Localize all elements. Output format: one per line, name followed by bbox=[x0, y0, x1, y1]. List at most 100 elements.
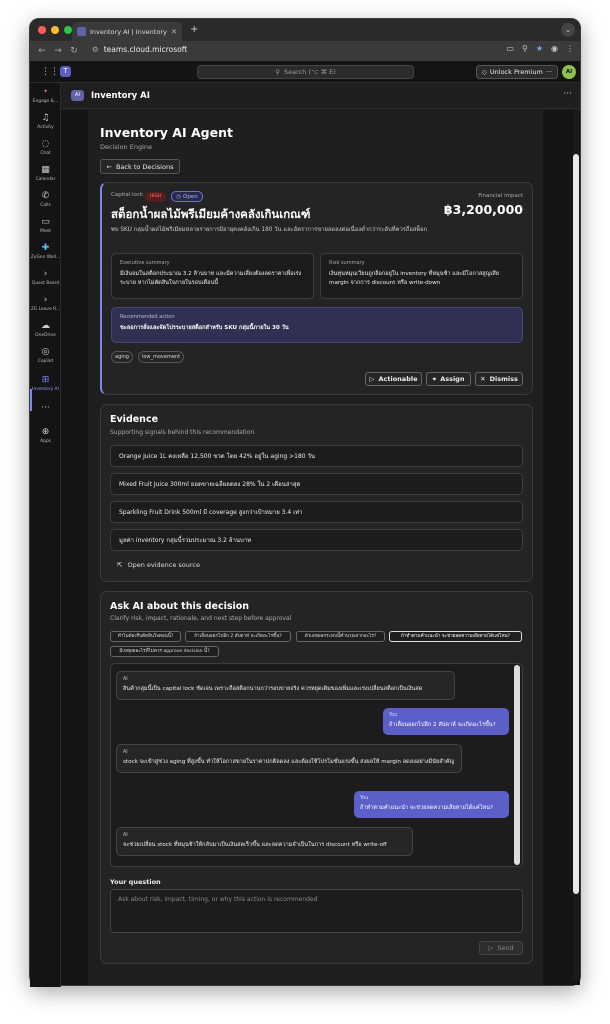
assign-label: Assign bbox=[440, 375, 465, 383]
rail-label: Inventory AI bbox=[32, 387, 59, 392]
rail-item-calls[interactable]: ✆ Calls bbox=[30, 191, 61, 208]
profile-icon[interactable]: ◉ bbox=[551, 44, 558, 53]
tag-aging: aging bbox=[111, 351, 133, 363]
forward-arrow-icon[interactable]: → bbox=[50, 46, 66, 56]
rail-label: ZG Leave R... bbox=[30, 307, 61, 312]
app-title: Inventory AI bbox=[91, 91, 150, 101]
question-label: Your question bbox=[110, 878, 161, 886]
url-text: teams.cloud.microsoft bbox=[103, 45, 188, 54]
suggested-question-chip[interactable]: ตัวเลขผลกระทบนี้คำนวณจากอะไร? bbox=[296, 631, 385, 642]
send-button[interactable]: ▷ Send bbox=[479, 941, 523, 955]
inventory-icon: ⊞ bbox=[41, 375, 50, 385]
zoom-icon[interactable]: ⚲ bbox=[522, 44, 528, 53]
more-options-icon[interactable]: ··· bbox=[563, 89, 572, 99]
video-icon: ▭ bbox=[41, 217, 50, 227]
rail-label: Calendar bbox=[35, 177, 56, 182]
ai-message: AI จะช่วยเปลี่ยน stock ที่หมุนช้าให้กลับ… bbox=[116, 827, 413, 856]
executive-summary-text: มีเงินจมในสต็อกประมาณ 3.2 ล้านบาท และมีค… bbox=[120, 271, 302, 286]
assign-button[interactable]: ⌖ Assign bbox=[426, 372, 471, 386]
rail-label: Calls bbox=[40, 203, 51, 208]
category-label: Capital lock bbox=[111, 192, 144, 198]
teams-tab-icon bbox=[77, 27, 86, 36]
back-arrow-icon[interactable]: ← bbox=[34, 46, 50, 56]
tag-low-movement: low_movement bbox=[138, 351, 184, 363]
suggested-question-chip[interactable]: มีเหตุผลอะไรที่ไม่ควร approve decision น… bbox=[110, 646, 219, 657]
browser-menu-icon[interactable]: ⋮ bbox=[566, 44, 574, 53]
chevron-right-icon: › bbox=[43, 295, 48, 305]
cloud-icon: ☁ bbox=[41, 321, 50, 331]
back-to-decisions-button[interactable]: ← Back to Decisions bbox=[100, 159, 180, 174]
ai-message: AI สินค้ากลุ่มนี้เป็น capital lock ชัดเจ… bbox=[116, 671, 455, 700]
site-settings-icon[interactable]: ⚙ bbox=[92, 45, 99, 54]
chevron-right-icon: › bbox=[43, 269, 48, 279]
rail-item-calendar[interactable]: ▦ Calendar bbox=[30, 165, 61, 182]
executive-summary-box: Executive summary มีเงินจมในสต็อกประมาณ … bbox=[111, 253, 314, 299]
minimize-window-button[interactable] bbox=[51, 26, 59, 34]
browser-tab[interactable]: Inventory AI | Inventory AI | M ✕ bbox=[72, 22, 182, 41]
new-tab-button[interactable]: + bbox=[190, 24, 198, 35]
rail-item-apps[interactable]: ⊕ Apps bbox=[30, 427, 61, 444]
risk-summary-box: Risk summary เงินทุนหมุนเวียนถูกล็อกอยู่… bbox=[320, 253, 523, 299]
suggested-question-chip[interactable]: ทำไมต้องรีบตัดสินใจตอนนี้? bbox=[110, 631, 181, 642]
evidence-subtitle: Supporting signals behind this recommend… bbox=[110, 429, 255, 436]
rail-item-onedrive[interactable]: ☁ OneDrive bbox=[30, 321, 61, 338]
rail-item-inventory-ai[interactable]: ⊞ Inventory AI bbox=[30, 375, 61, 392]
suggested-question-chip[interactable]: ถ้าเลื่อนออกไปอีก 2 สัปดาห์ จะเกิดอะไรขึ… bbox=[185, 631, 291, 642]
close-tab-icon[interactable]: ✕ bbox=[171, 28, 177, 36]
chat-scrollbar[interactable] bbox=[514, 665, 520, 865]
left-rail: ✦ Engage &... ♫ Activity ◌ Chat ▦ Calendar ✆… bbox=[30, 83, 61, 987]
message-text: ถ้าทำตามคำแนะนำ จะช่วยลดความเสียหายได้แค… bbox=[360, 805, 493, 811]
actionable-button[interactable]: ▷ Actionable bbox=[365, 372, 422, 386]
tab-search-icon[interactable]: ⌄ bbox=[561, 23, 575, 37]
rail-item-copilot[interactable]: ◎ Copilot bbox=[30, 347, 61, 364]
send-icon: ▷ bbox=[488, 944, 494, 952]
rail-item-zygen[interactable]: ✚ ZyGen Wall... bbox=[30, 243, 61, 260]
rail-item-zg-leave[interactable]: › ZG Leave R... bbox=[30, 295, 61, 312]
user-message: You ถ้าเลื่อนออกไปอีก 2 สัปดาห์ จะเกิดอะ… bbox=[383, 708, 509, 735]
question-textarea[interactable]: Ask about risk, impact, timing, or why t… bbox=[110, 889, 523, 933]
engage-icon: ✦ bbox=[42, 88, 49, 95]
evidence-item: Orange Juice 1L คงเหลือ 12,500 ขวด โดย 4… bbox=[110, 445, 523, 467]
chat-icon: ◌ bbox=[41, 139, 50, 149]
dismiss-label: Dismiss bbox=[489, 375, 518, 383]
rail-item-more[interactable]: ··· bbox=[30, 403, 61, 415]
maximize-window-button[interactable] bbox=[64, 26, 72, 34]
rail-item-activity[interactable]: ♫ Activity bbox=[30, 113, 61, 130]
rail-label: Engage &... bbox=[32, 99, 59, 104]
copilot-icon: ◎ bbox=[41, 347, 50, 357]
more-options-icon[interactable]: ··· bbox=[546, 68, 552, 76]
actionable-label: Actionable bbox=[378, 375, 418, 383]
back-label: Back to Decisions bbox=[115, 162, 174, 171]
suggested-question-chip-selected[interactable]: ถ้าทำตามคำแนะนำ จะช่วยลดความเสียหายได้แค… bbox=[389, 631, 522, 642]
rail-label: Activity bbox=[37, 125, 54, 130]
status-badge: ◷ Open bbox=[171, 191, 203, 202]
rail-item-quest-board[interactable]: › Quest Board bbox=[30, 269, 61, 286]
search-placeholder: Search (⌥ ⌘ E) bbox=[284, 68, 336, 76]
recommendation-title: สต็อกน้ำผลไม้พรีเมียมค้างคลังเกินเกณฑ์ bbox=[111, 207, 311, 221]
avatar[interactable]: AI bbox=[562, 65, 576, 79]
open-evidence-source-link[interactable]: ⇱ Open evidence source bbox=[117, 561, 200, 569]
impact-label: Financial impact bbox=[478, 193, 523, 199]
rail-item-engage[interactable]: ✦ Engage &... bbox=[30, 87, 61, 104]
send-label: Send bbox=[497, 944, 514, 952]
reload-icon[interactable]: ↻ bbox=[66, 46, 82, 56]
window-controls bbox=[38, 26, 72, 34]
message-text: สินค้ากลุ่มนี้เป็น capital lock ชัดเจน เ… bbox=[123, 686, 423, 692]
rail-label: Chat bbox=[40, 151, 51, 156]
address-bar-actions: ▭ ⚲ ★ ◉ ⋮ bbox=[506, 44, 574, 53]
rail-item-meet[interactable]: ▭ Meet bbox=[30, 217, 61, 234]
url-field[interactable]: ⚙ teams.cloud.microsoft bbox=[92, 45, 187, 54]
app-header: AI Inventory AI ··· bbox=[61, 83, 580, 109]
message-text: stock จะเข้าสู่ช่วง aging ที่สูงขึ้น ทำใ… bbox=[123, 759, 455, 765]
phone-icon: ✆ bbox=[41, 191, 50, 201]
rail-item-chat[interactable]: ◌ Chat bbox=[30, 139, 61, 156]
page-scrollbar-thumb[interactable] bbox=[573, 154, 579, 894]
unlock-premium-button[interactable]: ◇ Unlock Premium ··· bbox=[476, 65, 558, 79]
dismiss-button[interactable]: ✕ Dismiss bbox=[475, 372, 523, 386]
browser-tab-bar: Inventory AI | Inventory AI | M ✕ + ⌄ bbox=[30, 19, 580, 41]
search-input[interactable]: ⚲ Search (⌥ ⌘ E) bbox=[197, 65, 414, 79]
ai-message: AI stock จะเข้าสู่ช่วง aging ที่สูงขึ้น … bbox=[116, 744, 462, 773]
cast-icon[interactable]: ▭ bbox=[506, 44, 514, 53]
close-window-button[interactable] bbox=[38, 26, 46, 34]
bookmark-star-icon[interactable]: ★ bbox=[536, 44, 543, 53]
